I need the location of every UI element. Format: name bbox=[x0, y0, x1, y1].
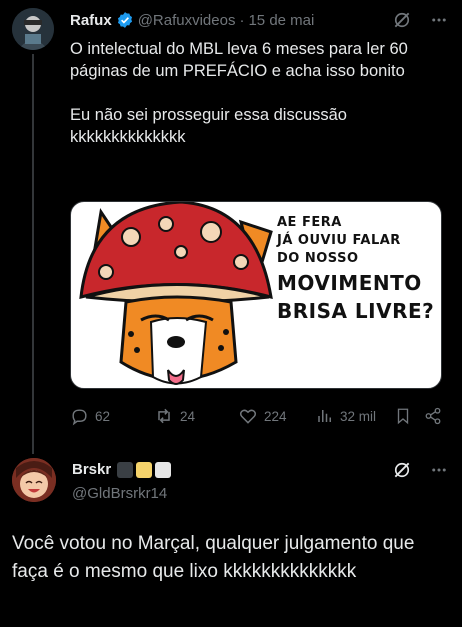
grok-icon[interactable] bbox=[392, 460, 412, 480]
reply-count: 62 bbox=[95, 408, 111, 424]
reply-author-avatar[interactable] bbox=[12, 458, 56, 502]
bookmark-button[interactable] bbox=[394, 407, 424, 425]
thread-line bbox=[32, 54, 34, 454]
reply-button[interactable]: 62 bbox=[70, 407, 154, 426]
media-line-3: DO NOSSO bbox=[277, 251, 359, 266]
reply-author-handle[interactable]: @GldBrsrkr14 bbox=[72, 485, 167, 502]
media-caption: AE FERA JÁ OUVIU FALAR DO NOSSO MOVIMENT… bbox=[277, 214, 434, 324]
post-paragraph-2: Eu não sei prosseguir essa discussão kkk… bbox=[70, 106, 347, 146]
views-icon bbox=[316, 407, 334, 425]
post-actions: 62 24 224 32 mil bbox=[70, 404, 446, 428]
flag-chip-2 bbox=[136, 461, 153, 478]
media-line-2: JÁ OUVIU FALAR bbox=[277, 233, 401, 248]
bookmark-icon bbox=[394, 407, 412, 425]
repost-button[interactable]: 24 bbox=[154, 406, 238, 426]
author-handle[interactable]: @Rafuxvideos bbox=[138, 12, 236, 29]
views-button[interactable]: 32 mil bbox=[316, 407, 394, 425]
like-button[interactable]: 224 bbox=[238, 406, 316, 426]
share-icon bbox=[424, 407, 442, 425]
author-avatar[interactable] bbox=[12, 8, 54, 50]
media-line-5: BRISA LIVRE? bbox=[277, 299, 435, 323]
verified-badge-icon bbox=[112, 11, 138, 29]
reply-top-icons bbox=[392, 460, 448, 480]
date-separator: · bbox=[239, 11, 245, 29]
post-top-icons bbox=[392, 10, 448, 30]
flag-chip-3 bbox=[155, 461, 172, 478]
more-icon[interactable] bbox=[430, 11, 448, 29]
post-date[interactable]: 15 de mai bbox=[248, 12, 314, 29]
more-icon[interactable] bbox=[430, 461, 448, 479]
reply-author-name[interactable]: Brskr bbox=[72, 461, 111, 478]
reply-text: Você votou no Marçal, qualquer julgament… bbox=[12, 533, 415, 582]
media-line-4: MOVIMENTO bbox=[277, 271, 422, 295]
reply-header: Brskr bbox=[72, 461, 172, 478]
media-line-1: AE FERA bbox=[277, 215, 342, 230]
share-button[interactable] bbox=[424, 407, 446, 425]
grok-icon[interactable] bbox=[392, 10, 412, 30]
repost-icon bbox=[154, 406, 174, 426]
like-count: 224 bbox=[264, 408, 287, 424]
post-text: O intelectual do MBL leva 6 meses para l… bbox=[70, 38, 446, 148]
reply-icon bbox=[70, 407, 89, 426]
like-icon bbox=[238, 406, 258, 426]
author-name[interactable]: Rafux bbox=[70, 12, 112, 29]
views-count: 32 mil bbox=[340, 408, 377, 424]
post-paragraph-1: O intelectual do MBL leva 6 meses para l… bbox=[70, 40, 408, 80]
flag-chip-1 bbox=[117, 461, 134, 478]
post-header: Rafux @Rafuxvideos · 15 de mai bbox=[70, 11, 314, 29]
post-media-image[interactable]: AE FERA JÁ OUVIU FALAR DO NOSSO MOVIMENT… bbox=[70, 201, 442, 389]
repost-count: 24 bbox=[180, 408, 196, 424]
